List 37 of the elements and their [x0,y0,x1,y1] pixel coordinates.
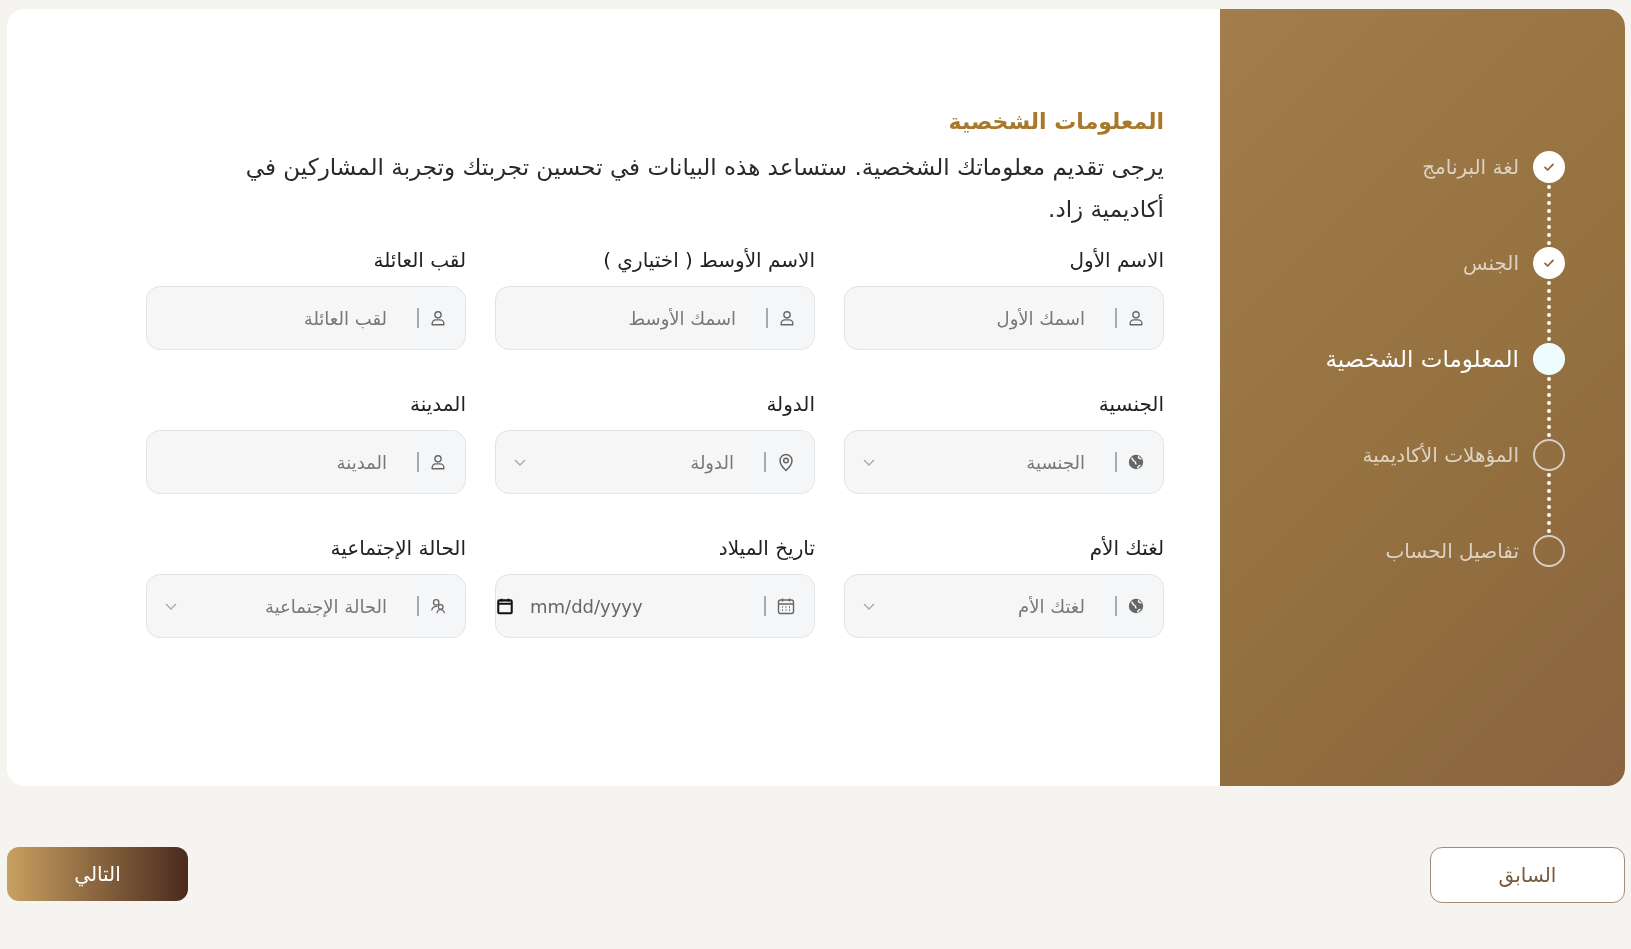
field-label: تاريخ الميلاد [717,536,815,560]
calendar-icon[interactable] [496,597,514,615]
step-label[interactable]: تفاصيل الحساب [1385,539,1519,563]
field-label: الحالة الإجتماعية [329,536,466,560]
globe-icon [1127,453,1145,471]
input-field[interactable]: لقب العائلة [146,286,466,350]
date-field[interactable]: mm/dd/yyyy [495,574,815,638]
next-button[interactable]: التالي [7,847,188,901]
step-label[interactable]: المعلومات الشخصية [1325,346,1519,372]
section-description: يرجى تقديم معلوماتك الشخصية. ستساعد هذه البيانات في تحسين تجربتك وتجربة المشاركين في أكاديمية زاد. [244,153,1164,225]
step-label[interactable]: المؤهلات الأكاديمية [1362,443,1519,467]
step-label[interactable]: الجنس [1462,251,1519,275]
input-field[interactable]: المدينة [146,430,466,494]
field-label: الدولة [765,392,815,416]
person-icon [429,453,447,471]
globe-icon [1127,597,1145,615]
field-label: الاسم الأول [1068,248,1164,272]
input-field[interactable]: اسمك الأوسط [495,286,815,350]
field-label: لقب العائلة [372,248,466,272]
field-label: المدينة [408,392,466,416]
dropdown-field[interactable]: الدولة [495,430,815,494]
person-icon [429,309,447,327]
field-label: الجنسية [1097,392,1164,416]
calendar-icon [776,596,796,616]
field-label: لغتك الأم [1088,536,1164,560]
people-icon [429,597,447,615]
dropdown-field[interactable]: الحالة الإجتماعية [146,574,466,638]
dropdown-field[interactable]: لغتك الأم [844,574,1164,638]
section-title: المعلومات الشخصية [947,109,1164,134]
step-label[interactable]: لغة البرنامج [1422,155,1519,179]
field-label: الاسم الأوسط ( اختياري ) [602,248,815,272]
person-icon [1127,309,1145,327]
location-pin-icon [776,452,796,472]
person-icon [778,309,796,327]
previous-button[interactable]: السابق [1430,847,1625,903]
dropdown-field[interactable]: الجنسية [844,430,1164,494]
input-field[interactable]: اسمك الأول [844,286,1164,350]
